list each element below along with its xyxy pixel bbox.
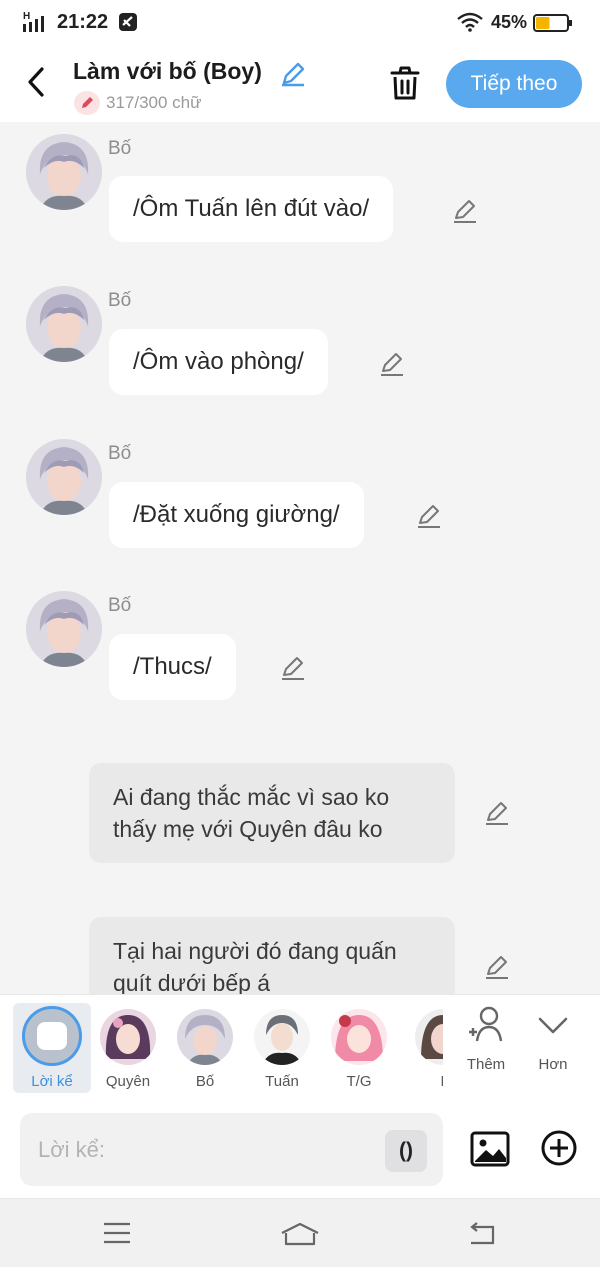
avatar: [100, 1009, 156, 1065]
signal-icon: H: [23, 11, 44, 32]
tab-label: T/G: [346, 1073, 372, 1090]
message-bubble[interactable]: /Ôm vào phòng/: [109, 329, 328, 395]
action-parenthesis-button[interactable]: (): [385, 1130, 427, 1172]
back-nav-icon[interactable]: [467, 1221, 497, 1247]
chat-area[interactable]: Bố /Ôm Tuấn lên đút vào/ Bố /Ôm vào phòn…: [0, 122, 600, 994]
character-portrait: [26, 591, 102, 667]
top-bar: Làm với bố (Boy) 317/300 chữ Tiếp theo: [0, 46, 600, 122]
character-portrait: [26, 439, 102, 515]
sender-name: Bố: [108, 443, 132, 464]
battery-icon: [533, 14, 572, 32]
word-counter: 317/300 chữ: [106, 93, 202, 112]
page-title: Làm với bố (Boy): [73, 58, 262, 84]
character-portrait: [26, 286, 102, 362]
tab-bo[interactable]: Bố: [166, 1003, 244, 1093]
next-button[interactable]: Tiếp theo: [446, 60, 582, 108]
add-character-button[interactable]: Thêm: [458, 1005, 514, 1073]
pencil-icon[interactable]: [415, 502, 443, 530]
avatar: [331, 1009, 387, 1065]
status-bar: H 21:22 45%: [0, 0, 600, 46]
clock: 21:22: [57, 11, 109, 33]
back-icon[interactable]: [22, 64, 50, 100]
character-portrait: [26, 134, 102, 210]
avatar: [254, 1009, 310, 1065]
trash-icon[interactable]: [388, 64, 422, 102]
chevron-down-icon: [538, 1017, 568, 1034]
battery-percent: 45%: [491, 12, 528, 32]
avatar[interactable]: [26, 591, 102, 667]
message-bubble[interactable]: /Thucs/: [109, 634, 236, 700]
edit-icon: [82, 97, 93, 108]
avatar[interactable]: [26, 134, 102, 210]
tab-tg[interactable]: T/G: [320, 1003, 398, 1093]
tab-label: M: [397, 1073, 444, 1090]
add-person-icon: [469, 1006, 503, 1042]
home-icon[interactable]: [280, 1221, 320, 1247]
avatar: [177, 1009, 233, 1065]
tab-label: Lời kể: [31, 1073, 73, 1090]
narration-bubble[interactable]: Tại hai người đó đang quấn quít dưới bếp…: [89, 917, 455, 994]
counter-badge: [74, 91, 100, 115]
tab-m[interactable]: M: [397, 1003, 443, 1093]
wifi-icon: [457, 12, 483, 32]
pencil-icon[interactable]: [378, 350, 406, 378]
avatar[interactable]: [26, 286, 102, 362]
tab-label: Quyên: [105, 1073, 151, 1090]
avatar[interactable]: [26, 439, 102, 515]
edit-title-icon[interactable]: [279, 60, 307, 88]
sender-name: Bố: [108, 138, 132, 159]
tab-tuan[interactable]: Tuấn: [243, 1003, 321, 1093]
more-button[interactable]: Hơn: [525, 1005, 581, 1073]
tab-label: Tuấn: [265, 1073, 299, 1090]
image-icon[interactable]: [470, 1129, 510, 1169]
tab-label: Bố: [195, 1073, 215, 1090]
app-notification-icon: [119, 13, 137, 31]
message-bubble[interactable]: /Đặt xuống giường/: [109, 482, 364, 548]
svg-text:H: H: [23, 11, 30, 22]
narrator-icon: [22, 1006, 82, 1066]
battery-level: [536, 17, 550, 29]
pencil-icon[interactable]: [451, 197, 479, 225]
narration-input[interactable]: [20, 1113, 443, 1186]
pencil-icon[interactable]: [483, 799, 511, 827]
pencil-icon[interactable]: [483, 953, 511, 981]
tab-quyen[interactable]: Quyên: [89, 1003, 167, 1093]
pencil-icon[interactable]: [279, 654, 307, 682]
sender-name: Bố: [108, 290, 132, 311]
character-selector: Lời kể Quyên Bố Tuấn T/G M: [0, 994, 600, 1103]
menu-icon[interactable]: [102, 1221, 132, 1245]
system-nav-bar: [0, 1198, 600, 1267]
avatar: [415, 1009, 443, 1065]
tab-label: Hơn: [538, 1056, 568, 1073]
sender-name: Bố: [108, 595, 132, 616]
tab-label: Thêm: [466, 1056, 506, 1073]
composer: (): [0, 1103, 600, 1198]
plus-circle-icon[interactable]: [540, 1129, 578, 1167]
message-bubble[interactable]: /Ôm Tuấn lên đút vào/: [109, 176, 394, 242]
narration-bubble[interactable]: Ai đang thắc mắc vì sao ko thấy mẹ với Q…: [89, 763, 455, 863]
tab-narrator[interactable]: Lời kể: [13, 1003, 91, 1093]
